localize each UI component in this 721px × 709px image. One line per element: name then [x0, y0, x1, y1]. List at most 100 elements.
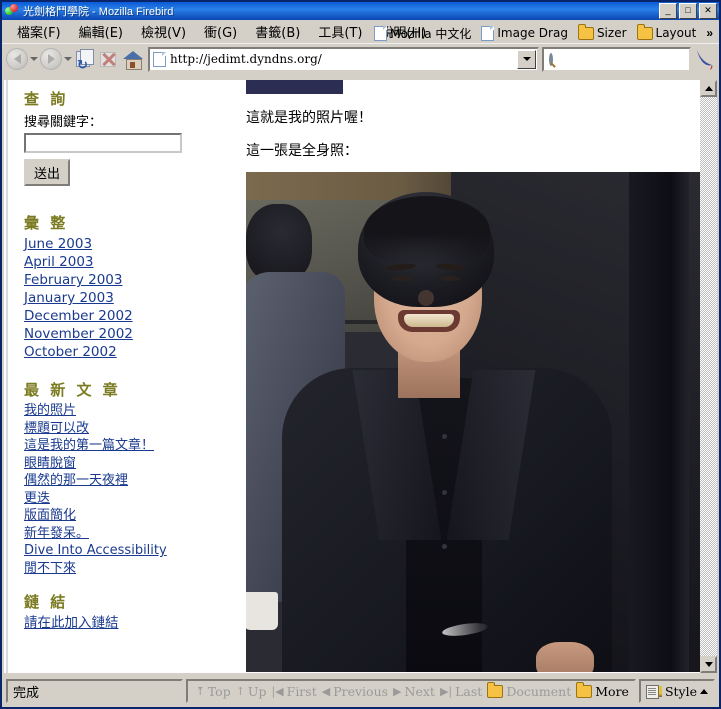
forward-button[interactable]	[39, 47, 63, 71]
page-icon	[153, 51, 166, 67]
status-nav-document[interactable]: Document	[487, 681, 572, 699]
toolbar-search-box[interactable]	[542, 46, 716, 72]
minimize-button[interactable]: _	[659, 3, 677, 19]
recent-post-link[interactable]: 標題可以改	[24, 420, 224, 438]
status-nav-first[interactable]: |◀ First	[271, 684, 316, 699]
recent-post-link[interactable]: 新年發呆。	[24, 525, 224, 543]
scrollbar-track[interactable]	[700, 97, 717, 673]
recent-posts-heading: 最 新 文 章	[24, 381, 121, 399]
site-search-submit-button[interactable]: 送出	[24, 159, 71, 186]
status-nav-label: More	[595, 683, 629, 699]
status-nav-up[interactable]: ↑ Up	[236, 684, 267, 699]
bookmark-label: Layout	[655, 26, 697, 40]
search-icon	[549, 52, 553, 66]
status-nav-label: Previous	[333, 683, 389, 699]
stop-icon	[99, 49, 119, 69]
archive-link[interactable]: June 2003	[24, 235, 224, 253]
url-dropdown-button[interactable]	[517, 49, 536, 69]
stop-button[interactable]	[97, 47, 121, 71]
archive-link-list: June 2003 April 2003 February 2003 Janua…	[24, 235, 224, 361]
url-input[interactable]	[170, 52, 517, 66]
recent-post-link[interactable]: 閒不下來	[24, 560, 224, 578]
browser-window: 光劍格鬥學院 - Mozilla Firebird _ □ ✕ 檔案(F) 編輯…	[0, 0, 721, 709]
recent-post-link[interactable]: Dive Into Accessibility	[24, 542, 224, 560]
url-bar[interactable]	[148, 46, 539, 72]
menu-bookmarks[interactable]: 書籤(B)	[246, 20, 309, 43]
archive-link[interactable]: October 2002	[24, 343, 224, 361]
toolbar-overflow-chevron-icon[interactable]: »	[702, 26, 717, 40]
site-navigation-bar: ⤒ Top ↑ Up |◀ First ◀ Previous ▶ Next ▶|…	[185, 679, 636, 703]
archive-link[interactable]: April 2003	[24, 253, 224, 271]
vertical-scrollbar[interactable]	[700, 80, 717, 673]
personal-toolbar: Mozilla 中文化 Image Drag Sizer Layout »	[370, 22, 717, 44]
status-nav-label: Top	[207, 683, 231, 699]
bookmark-folder-layout[interactable]: Layout	[633, 23, 701, 41]
bookmark-mozilla-chinese[interactable]: Mozilla 中文化	[370, 24, 475, 43]
status-nav-label: Last	[455, 683, 483, 699]
reload-button[interactable]: ↻	[73, 47, 97, 71]
archive-link[interactable]: December 2002	[24, 307, 224, 325]
toolbar-search-input[interactable]	[557, 51, 716, 67]
post-content-area: 這就是我的照片喔！ 這一張是全身照：	[233, 80, 717, 673]
back-history-dropdown[interactable]	[29, 47, 39, 71]
top-arrow-icon: ⤒	[195, 684, 205, 698]
status-nav-top[interactable]: ⤒ Top	[196, 684, 231, 699]
up-arrow-icon: ↑	[235, 684, 245, 698]
back-icon	[6, 48, 28, 70]
page-sidebar: 查 詢 搜尋關鍵字： 送出 彙 整 June 2003 April 2003 F…	[4, 80, 233, 673]
document-icon	[374, 25, 388, 41]
status-nav-label: Document	[506, 683, 572, 699]
links-section-heading: 鏈 結	[24, 593, 69, 611]
next-icon: ▶	[393, 684, 402, 698]
recent-posts-list: 我的照片 標題可以改 這是我的第一篇文章！ 眼睛脫窗 偶然的那一天夜裡 更迭 版…	[24, 402, 224, 577]
document-icon	[481, 25, 495, 41]
scroll-down-button[interactable]	[700, 656, 717, 673]
recent-post-link[interactable]: 眼睛脫窗	[24, 455, 224, 473]
recent-post-link[interactable]: 這是我的第一篇文章！	[24, 437, 224, 455]
bookmark-label: Image Drag	[497, 26, 568, 40]
last-icon: ▶|	[439, 684, 453, 698]
status-bar: 完成 ⤒ Top ↑ Up |◀ First ◀ Previous ▶ Next	[4, 677, 717, 705]
forward-icon	[40, 48, 62, 70]
menu-tools[interactable]: 工具(T)	[309, 20, 371, 43]
folder-icon	[636, 23, 653, 40]
archive-link[interactable]: February 2003	[24, 271, 224, 289]
status-nav-label: Next	[404, 683, 435, 699]
close-button[interactable]: ✕	[699, 3, 717, 19]
reload-icon: ↻	[75, 49, 95, 71]
status-nav-more[interactable]: More	[576, 681, 629, 699]
photo-caption-1: 這就是我的照片喔！	[246, 110, 372, 126]
photo-caption-2: 這一張是全身照：	[246, 143, 358, 159]
full-body-photo[interactable]	[246, 172, 701, 672]
recent-post-link[interactable]: 我的照片	[24, 402, 224, 420]
previous-photo-fragment	[246, 80, 343, 94]
recent-post-link[interactable]: 偶然的那一天夜裡	[24, 472, 224, 490]
search-field-label: 搜尋關鍵字：	[24, 115, 103, 130]
recent-post-link[interactable]: 版面簡化	[24, 507, 224, 525]
chevron-up-icon	[700, 688, 708, 694]
window-controls: _ □ ✕	[659, 3, 717, 19]
external-link[interactable]: 請在此加入鏈結	[24, 614, 224, 632]
status-message: 完成	[6, 679, 183, 703]
maximize-button[interactable]: □	[679, 3, 697, 19]
status-nav-previous[interactable]: ◀ Previous	[322, 684, 388, 699]
style-switcher-button[interactable]: Style	[638, 679, 715, 703]
forward-history-dropdown[interactable]	[63, 47, 73, 71]
menu-view[interactable]: 檢視(V)	[132, 20, 195, 43]
status-nav-label: Up	[247, 683, 267, 699]
folder-icon	[576, 681, 593, 698]
home-button[interactable]	[121, 47, 145, 71]
bookmark-folder-sizer[interactable]: Sizer	[574, 23, 631, 41]
recent-post-link[interactable]: 更迭	[24, 490, 224, 508]
scroll-up-button[interactable]	[700, 80, 717, 97]
status-nav-last[interactable]: ▶| Last	[440, 684, 482, 699]
back-button[interactable]	[5, 47, 29, 71]
menu-go[interactable]: 衝(G)	[195, 20, 246, 43]
menu-file[interactable]: 檔案(F)	[8, 20, 70, 43]
archive-link[interactable]: November 2002	[24, 325, 224, 343]
menu-edit[interactable]: 編輯(E)	[70, 20, 132, 43]
archive-link[interactable]: January 2003	[24, 289, 224, 307]
site-search-input[interactable]	[24, 133, 182, 153]
status-nav-next[interactable]: ▶ Next	[393, 684, 435, 699]
bookmark-image-drag[interactable]: Image Drag	[477, 25, 572, 42]
